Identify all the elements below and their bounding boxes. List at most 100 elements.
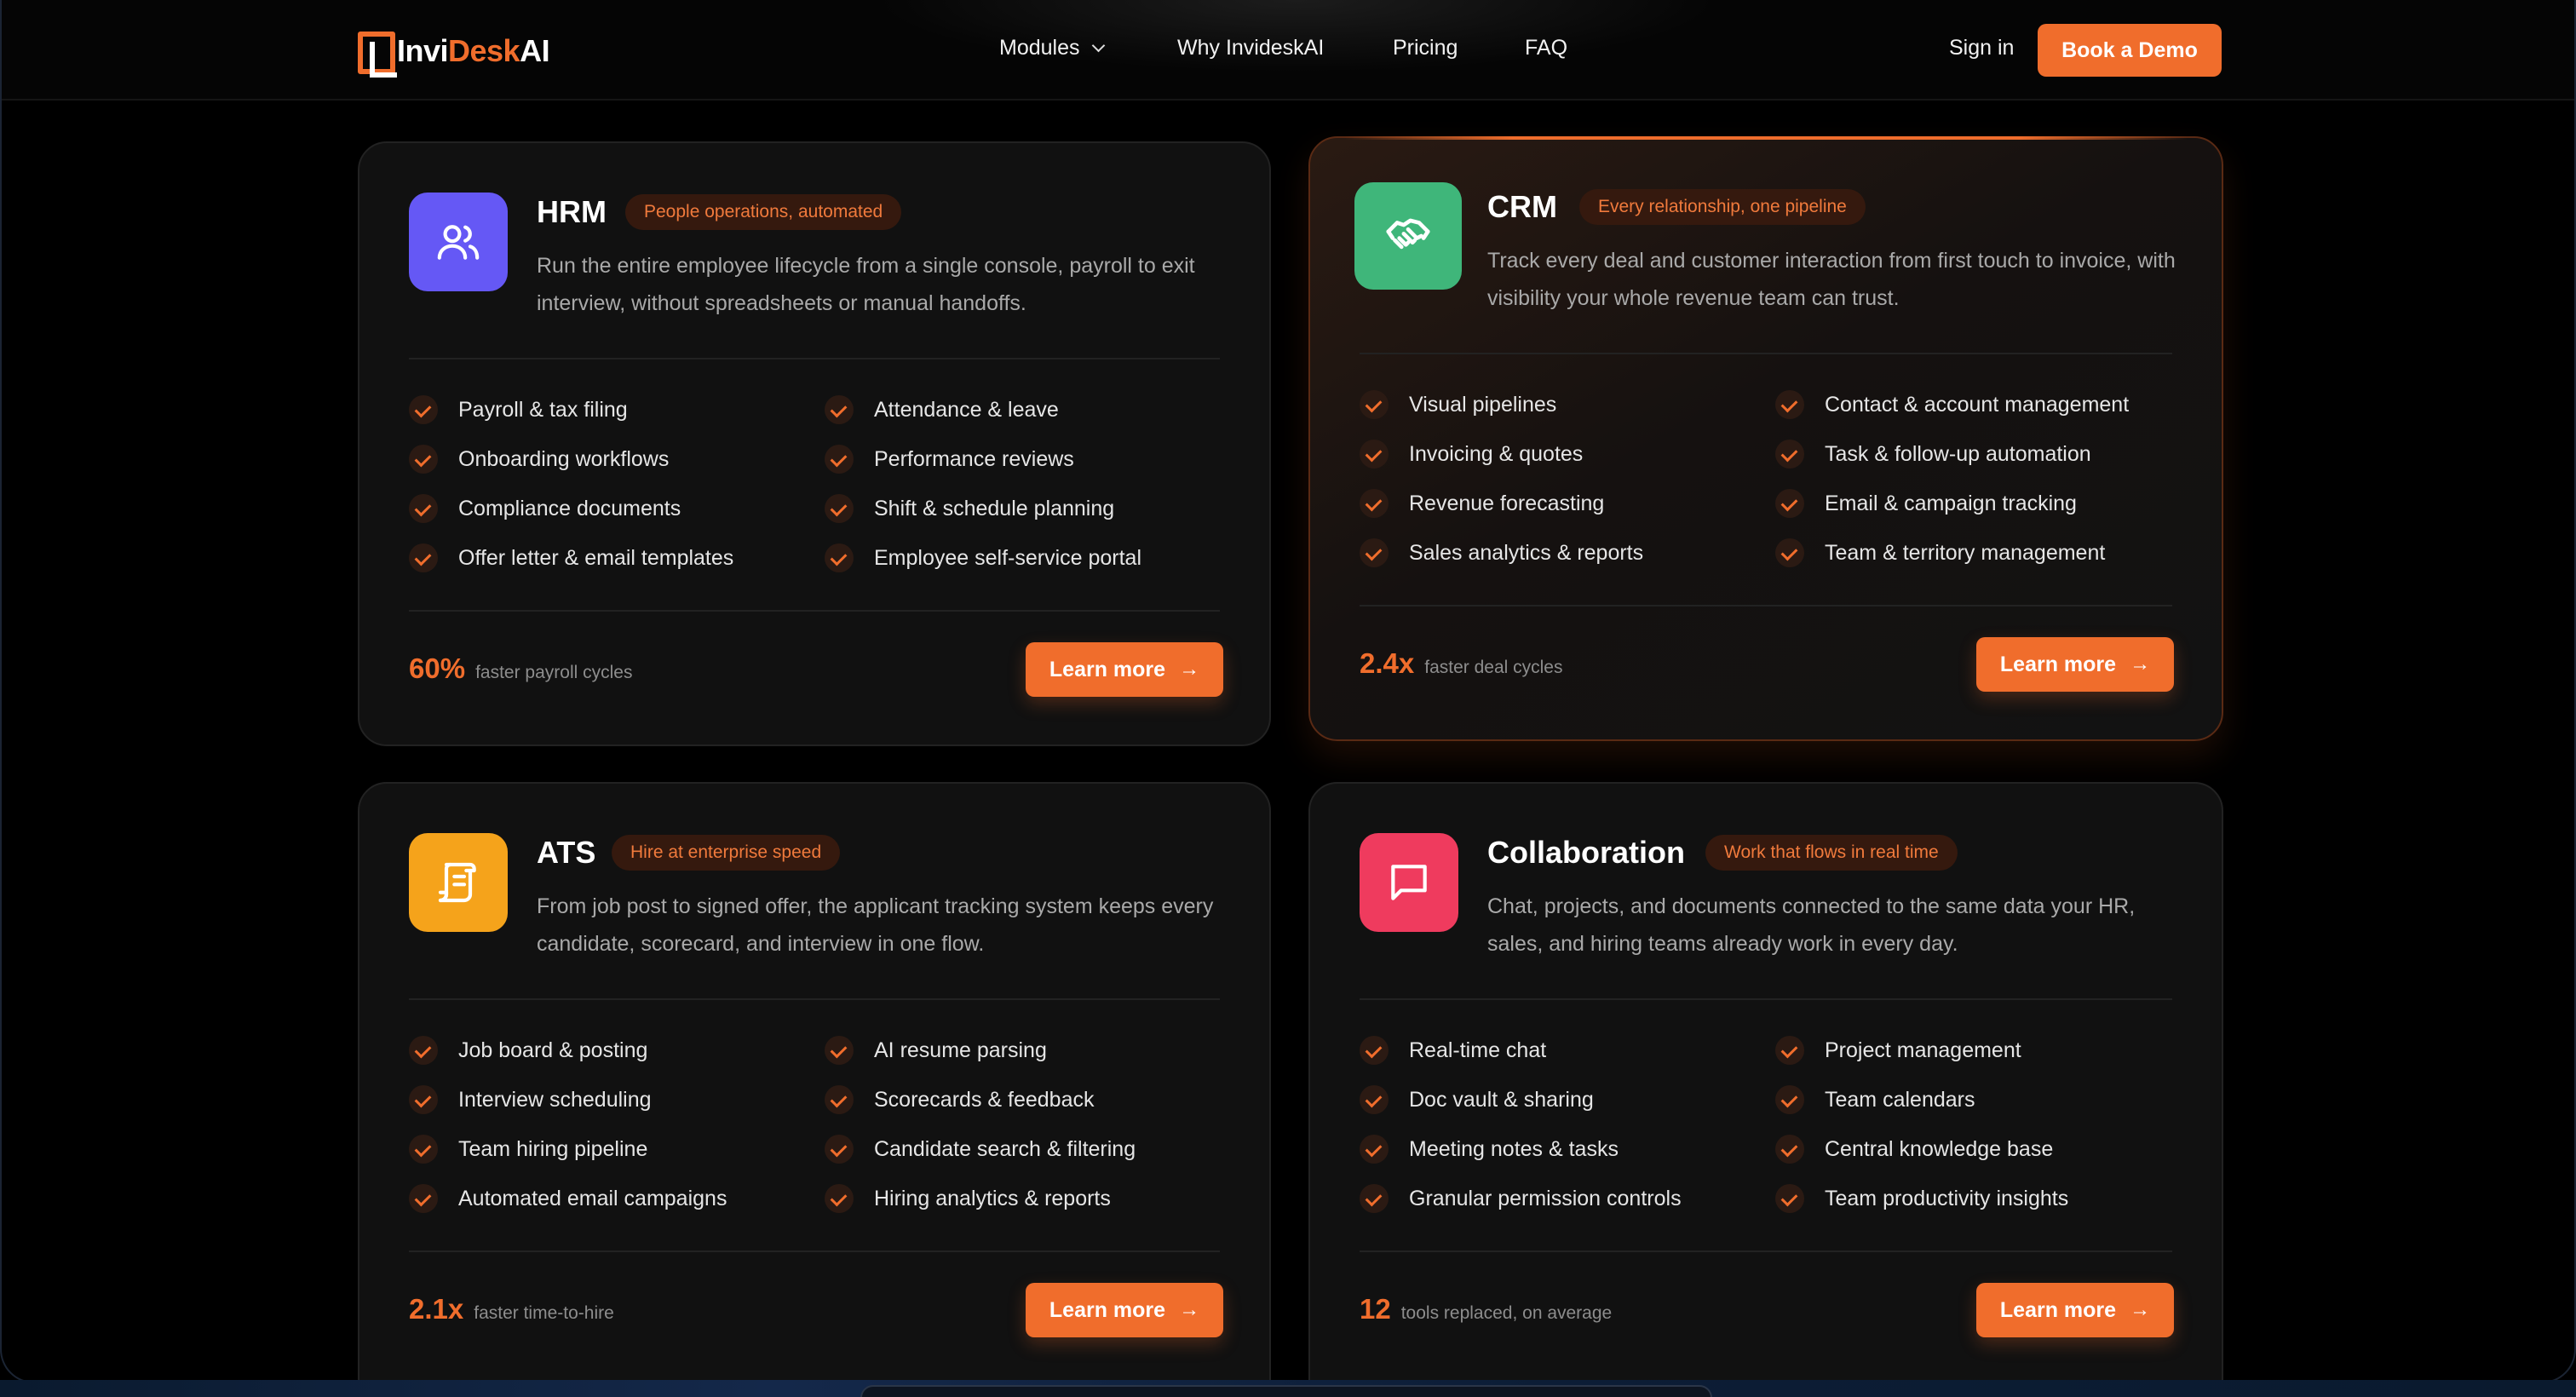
feature-item: Performance reviews xyxy=(825,445,1074,474)
feature-item: Project management xyxy=(1775,1036,2021,1065)
check-icon xyxy=(825,445,854,474)
feature-item: Shift & schedule planning xyxy=(825,494,1114,523)
feature-item: Sales analytics & reports xyxy=(1360,538,1643,567)
check-icon xyxy=(825,1184,854,1213)
check-icon xyxy=(1775,489,1804,518)
metric-value: 2.1x xyxy=(409,1293,464,1325)
nav-faq[interactable]: FAQ xyxy=(1525,36,1567,60)
card-title: CRM xyxy=(1487,189,1557,224)
feature-item: Meeting notes & tasks xyxy=(1360,1135,1619,1164)
check-icon xyxy=(1775,390,1804,419)
arrow-right-icon: → xyxy=(1179,658,1200,681)
feature-item: Hiring analytics & reports xyxy=(825,1184,1111,1213)
learn-more-button[interactable]: Learn more → xyxy=(1976,1283,2174,1337)
learn-more-button[interactable]: Learn more → xyxy=(1026,642,1223,697)
card-tag: Work that flows in real time xyxy=(1705,835,1958,871)
check-icon xyxy=(825,494,854,523)
feature-item: Task & follow-up automation xyxy=(1775,440,2091,469)
check-icon xyxy=(825,1135,854,1164)
card-metric: 60% faster payroll cycles xyxy=(409,653,632,685)
card-title: ATS xyxy=(537,835,596,870)
module-card-ats: ATS Hire at enterprise speed From job po… xyxy=(358,782,1271,1382)
learn-more-button[interactable]: Learn more → xyxy=(1976,637,2174,692)
feature-item: Employee self-service portal xyxy=(825,543,1141,572)
card-description: Chat, projects, and documents connected … xyxy=(1487,894,2136,956)
card-metric: 2.4x faster deal cycles xyxy=(1360,647,1562,680)
divider xyxy=(409,998,1220,1000)
brand-logo[interactable]: InviDeskAI xyxy=(358,27,550,78)
accent-line xyxy=(1344,136,2188,140)
metric-label: faster payroll cycles xyxy=(475,663,633,682)
card-title: HRM xyxy=(537,194,607,229)
check-icon xyxy=(1360,1135,1389,1164)
feature-item: AI resume parsing xyxy=(825,1036,1047,1065)
feature-item: Team calendars xyxy=(1775,1085,1975,1114)
chat-icon xyxy=(1360,833,1458,932)
handshake-icon xyxy=(1354,182,1462,290)
card-metric: 2.1x faster time-to-hire xyxy=(409,1293,614,1325)
card-description: Track every deal and customer interactio… xyxy=(1487,249,2176,310)
feature-item: Central knowledge base xyxy=(1775,1135,2053,1164)
feature-item: Candidate search & filtering xyxy=(825,1135,1136,1164)
check-icon xyxy=(409,1036,438,1065)
check-icon xyxy=(409,494,438,523)
feature-item: Interview scheduling xyxy=(409,1085,652,1114)
users-icon xyxy=(409,193,508,291)
nav-modules[interactable]: Modules xyxy=(999,36,1105,60)
check-icon xyxy=(825,543,854,572)
logo-text: InviDeskAI xyxy=(397,33,550,68)
metric-label: tools replaced, on average xyxy=(1400,1303,1613,1323)
metric-value: 2.4x xyxy=(1360,647,1415,679)
check-icon xyxy=(409,1085,438,1114)
check-icon xyxy=(1360,1036,1389,1065)
logo-mark-icon xyxy=(358,32,397,78)
scroll-pill xyxy=(860,1385,1712,1397)
book-demo-button[interactable]: Book a Demo xyxy=(2038,24,2222,77)
nav-modules-label: Modules xyxy=(999,36,1080,60)
divider xyxy=(1360,1250,2172,1252)
divider xyxy=(1360,605,2172,607)
check-icon xyxy=(1775,538,1804,567)
feature-item: Contact & account management xyxy=(1775,390,2129,419)
chevron-down-icon xyxy=(1091,38,1105,53)
card-tag: Every relationship, one pipeline xyxy=(1579,189,1866,225)
feature-item: Scorecards & feedback xyxy=(825,1085,1094,1114)
card-description: Run the entire employee lifecycle from a… xyxy=(537,254,1195,315)
check-icon xyxy=(1360,390,1389,419)
feature-item: Doc vault & sharing xyxy=(1360,1085,1594,1114)
arrow-right-icon: → xyxy=(2130,1298,2151,1321)
check-icon xyxy=(1360,1085,1389,1114)
feature-item: Team & territory management xyxy=(1775,538,2105,567)
card-title: Collaboration xyxy=(1487,835,1685,870)
check-icon xyxy=(1775,1135,1804,1164)
scroll-icon xyxy=(409,833,508,932)
check-icon xyxy=(1775,440,1804,469)
check-icon xyxy=(409,1135,438,1164)
learn-more-button[interactable]: Learn more → xyxy=(1026,1283,1223,1337)
check-icon xyxy=(825,1085,854,1114)
card-metric: 12 tools replaced, on average xyxy=(1360,1293,1612,1325)
card-tag: Hire at enterprise speed xyxy=(612,835,841,871)
check-icon xyxy=(1775,1036,1804,1065)
arrow-right-icon: → xyxy=(1179,1298,1200,1321)
check-icon xyxy=(825,395,854,424)
feature-item: Email & campaign tracking xyxy=(1775,489,2077,518)
module-card-collaboration: Collaboration Work that flows in real ti… xyxy=(1308,782,2223,1382)
divider xyxy=(409,610,1220,612)
divider xyxy=(409,1250,1220,1252)
feature-item: Invoicing & quotes xyxy=(1360,440,1583,469)
check-icon xyxy=(1775,1085,1804,1114)
feature-item: Offer letter & email templates xyxy=(409,543,733,572)
sign-in-link[interactable]: Sign in xyxy=(1949,36,2014,60)
feature-item: Onboarding workflows xyxy=(409,445,669,474)
module-card-crm: CRM Every relationship, one pipeline Tra… xyxy=(1308,136,2223,741)
page-frame: InviDeskAI Modules Why InvideskAI Pricin… xyxy=(0,0,2576,1383)
module-card-hrm: HRM People operations, automated Run the… xyxy=(358,141,1271,746)
divider xyxy=(1360,998,2172,1000)
nav-pricing[interactable]: Pricing xyxy=(1393,36,1458,60)
check-icon xyxy=(409,445,438,474)
feature-item: Payroll & tax filing xyxy=(409,395,628,424)
card-tag: People operations, automated xyxy=(625,194,902,230)
nav-why[interactable]: Why InvideskAI xyxy=(1177,36,1324,60)
card-description: From job post to signed offer, the appli… xyxy=(537,894,1214,956)
